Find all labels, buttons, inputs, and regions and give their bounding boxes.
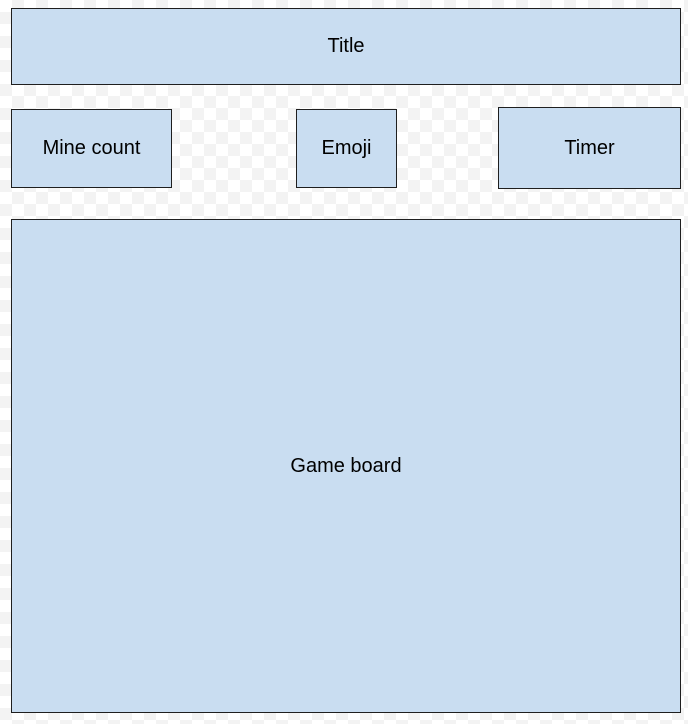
timer-label: Timer [564,136,615,159]
timer-box: Timer [498,107,681,189]
game-board-label: Game board [290,454,402,477]
mine-count-label: Mine count [42,137,141,159]
game-board-box: Game board [11,219,681,713]
mine-count-box: Mine count [11,109,172,188]
emoji-label: Emoji [321,137,372,159]
emoji-box: Emoji [296,109,397,188]
title-label: Title [327,35,365,57]
title-box: Title [11,8,681,85]
